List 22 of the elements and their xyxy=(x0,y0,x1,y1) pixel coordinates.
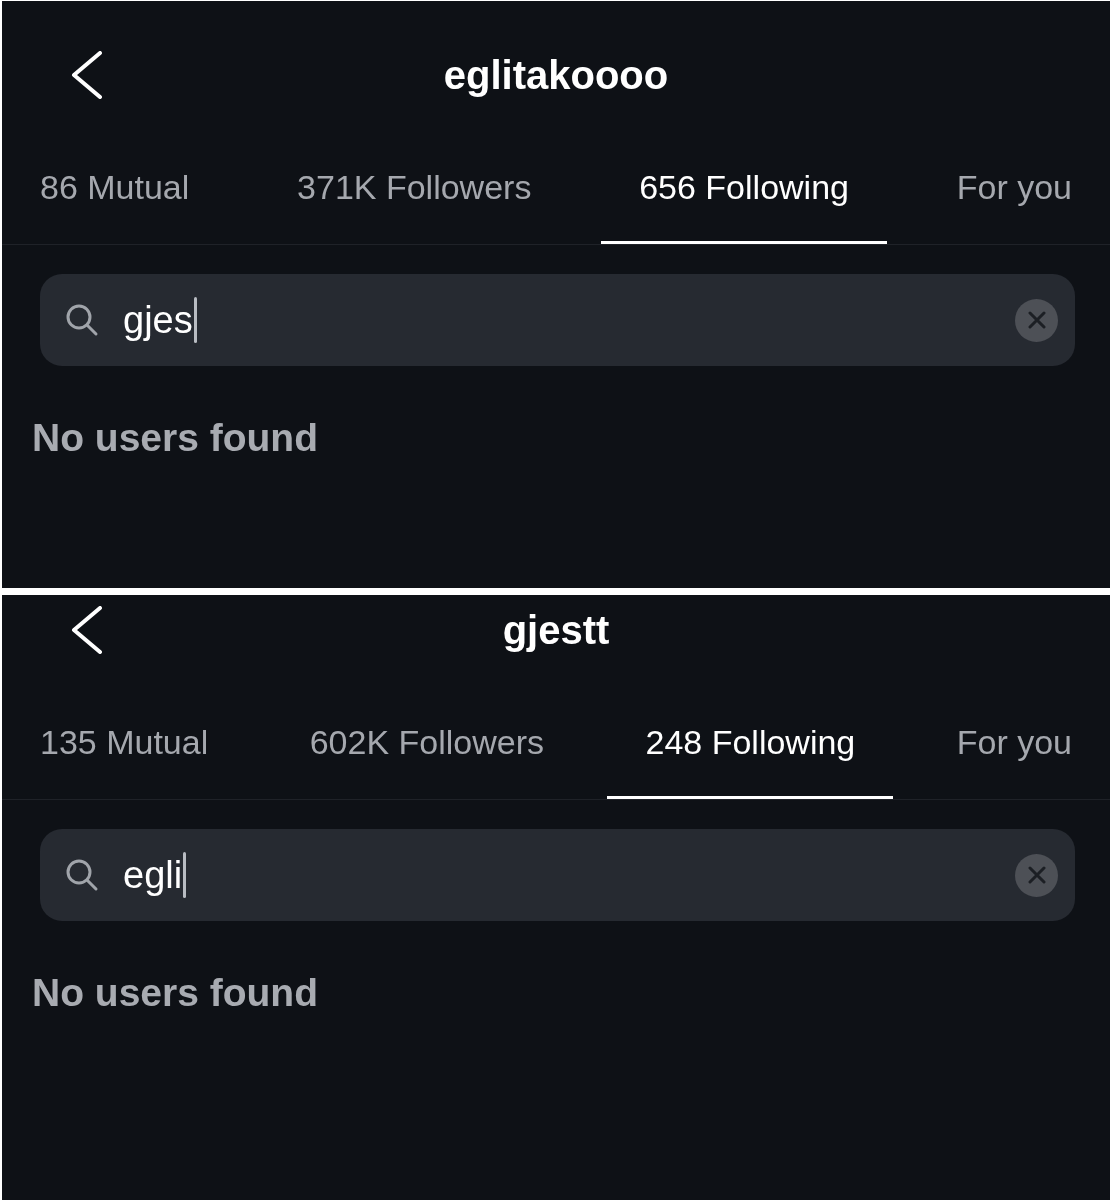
text-cursor-icon xyxy=(183,852,187,898)
tab[interactable]: 371K Followers xyxy=(259,149,570,244)
close-icon xyxy=(1027,866,1046,884)
tab[interactable]: 86 Mutual xyxy=(2,149,228,244)
text-cursor-icon xyxy=(193,297,197,343)
tab[interactable]: 248 Following xyxy=(607,704,894,799)
tab[interactable]: 656 Following xyxy=(601,149,887,244)
empty-results-message: No users found xyxy=(32,416,318,459)
back-icon[interactable] xyxy=(71,606,103,654)
back-icon[interactable] xyxy=(71,51,103,99)
empty-results-message: No users found xyxy=(32,971,318,1014)
tab[interactable]: For you xyxy=(918,704,1110,799)
profile-username: gjestt xyxy=(502,610,610,650)
tab[interactable]: For you xyxy=(918,149,1110,244)
profile-username: eglitakoooo xyxy=(443,55,669,95)
close-icon xyxy=(1027,311,1046,329)
search-icon xyxy=(65,303,99,337)
search-field[interactable]: egli xyxy=(40,829,1075,921)
tab[interactable]: 602K Followers xyxy=(271,704,583,799)
search-icon xyxy=(65,858,99,892)
tab[interactable]: 135 Mutual xyxy=(2,704,247,799)
search-field[interactable]: gjes xyxy=(40,274,1075,366)
